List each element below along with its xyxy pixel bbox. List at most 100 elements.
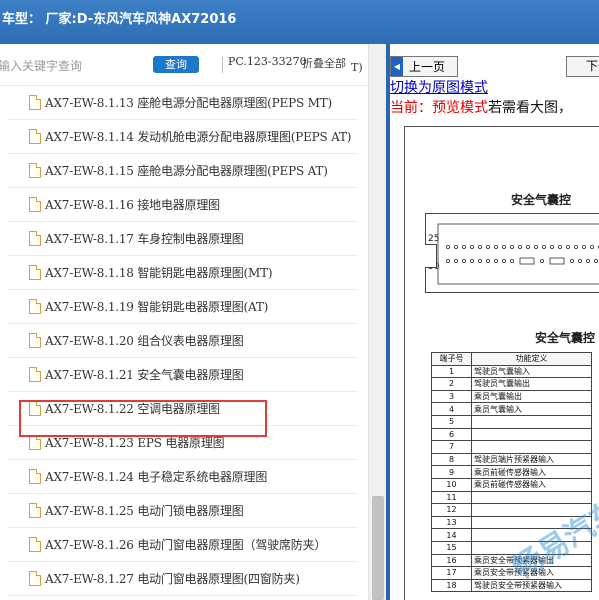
- table-row: 2 驾驶员气囊输出: [431, 377, 592, 391]
- table-header-function: 功能定义: [471, 352, 592, 366]
- tree-item[interactable]: AX7-EW-8.1.15 座舱电源分配电器原理图(PEPS AT): [8, 154, 358, 188]
- table-header-pin: 端子号: [431, 352, 472, 366]
- catalog-pane: 查询 PC.123-33270 折叠全部 T) AX7-EW-8.1.13 座舱…: [0, 44, 386, 600]
- pin-number-cell: 11: [431, 490, 472, 505]
- pin-number-cell: 13: [431, 515, 472, 530]
- tree-item[interactable]: AX7-EW-8.1.27 电动门窗电器原理图(四窗防夹): [8, 562, 358, 596]
- table-row: 1 驾驶员气囊输入: [431, 364, 592, 379]
- table-row: 4 乘员气囊输入: [431, 402, 592, 416]
- pin-function-cell: [471, 490, 592, 505]
- switch-original-mode-link[interactable]: 切换为原图模式: [390, 80, 488, 96]
- tree-item-label: AX7-EW-8.1.23 EPS 电器原理图: [45, 436, 225, 450]
- arrow-left-icon: ◀: [391, 57, 403, 76]
- tree-item[interactable]: AX7-EW-8.1.18 智能钥匙电器原理图(MT): [8, 256, 358, 290]
- pin-function-cell: 乘员前碰传感器输入: [471, 477, 592, 492]
- pin-number-cell: 14: [431, 528, 472, 542]
- tree-item-label: AX7-EW-8.1.19 智能钥匙电器原理图(AT): [45, 300, 269, 314]
- tree-item-label: AX7-EW-8.1.22 空调电器原理图: [45, 402, 220, 416]
- tree-item[interactable]: AX7-EW-8.1.16 接地电器原理图: [8, 188, 358, 222]
- pin-number-cell: 10: [431, 477, 472, 492]
- document-icon: [29, 299, 41, 314]
- document-icon: [29, 95, 41, 110]
- document-icon: [29, 265, 41, 280]
- document-icon: [29, 333, 41, 348]
- search-button[interactable]: 查询: [153, 56, 199, 73]
- tree-item[interactable]: AX7-EW-8.1.19 智能钥匙电器原理图(AT): [8, 290, 358, 324]
- pin-number-cell: 5: [431, 414, 472, 429]
- pin-function-cell: 乘员气囊输出: [471, 389, 592, 404]
- tree-item-label: AX7-EW-8.1.13 座舱电源分配电器原理图(PEPS MT): [45, 96, 332, 110]
- connector-drawing: 25 50: [425, 213, 599, 293]
- document-icon: [29, 469, 41, 484]
- document-icon: [29, 367, 41, 382]
- next-page-button[interactable]: 下一: [566, 56, 599, 77]
- collapse-all-link[interactable]: 折叠全部: [302, 55, 346, 71]
- tree-item-label: AX7-EW-8.1.27 电动门窗电器原理图(四窗防夹): [45, 572, 300, 586]
- tree-item-label: AX7-EW-8.1.15 座舱电源分配电器原理图(PEPS AT): [45, 164, 328, 178]
- tree-item-label: AX7-EW-8.1.21 安全气囊电器原理图: [45, 368, 244, 382]
- connector-pins-graphic: [437, 223, 599, 285]
- table-row: 16 乘员安全带预紧器输出: [431, 553, 592, 568]
- tree-item-selected[interactable]: AX7-EW-8.1.21 安全气囊电器原理图: [8, 358, 358, 392]
- document-icon: [29, 537, 41, 552]
- tree-item-label: AX7-EW-8.1.17 车身控制电器原理图: [45, 232, 244, 246]
- table-row: 17 乘员安全带预紧器输入: [431, 566, 592, 580]
- table-row: 3 乘员气囊输出: [431, 389, 592, 404]
- search-separator: [222, 57, 223, 73]
- pin-number-cell: 3: [431, 389, 472, 404]
- tree-item[interactable]: AX7-EW-8.1.23 EPS 电器原理图: [8, 426, 358, 460]
- pin-function-cell: 驾驶员安全带预紧器输入: [471, 578, 592, 593]
- pin-number-cell: 17: [431, 566, 472, 580]
- diagram-viewer: ◀ 上一页 下一 切换为原图模式 当前：预览模式若需看大图， 安全气囊控 25 5…: [390, 44, 599, 600]
- pin-definition-table: 端子号 功能定义 1 驾驶员气囊输入 2 驾驶员气囊输出 3 乘员气囊输出 4 乘员气囊…: [431, 352, 592, 593]
- window-title-bar: 车型： 厂家:D-东风汽车风神AX72016: [0, 0, 599, 44]
- pin-function-cell: 驾驶员端片预紧器输入: [471, 452, 592, 467]
- part-code-label: PC.123-33270: [228, 55, 307, 68]
- document-icon: [29, 571, 41, 586]
- tree-item-label: AX7-EW-8.1.24 电子稳定系统电器原理图: [45, 470, 268, 484]
- document-icon: [29, 197, 41, 212]
- scroll-thumb[interactable]: [372, 496, 384, 600]
- pin-function-cell: 乘员前碰传感器输入: [471, 465, 592, 479]
- vehicle-title: 车型： 厂家:D-东风汽车风神AX72016: [2, 12, 237, 27]
- tree-item[interactable]: AX7-EW-8.1.26 电动门窗电器原理图（驾驶席防夹）: [8, 528, 358, 562]
- document-icon: [29, 163, 41, 178]
- table-row: 6: [431, 427, 592, 442]
- tree-item[interactable]: AX7-EW-8.1.13 座舱电源分配电器原理图(PEPS MT): [8, 86, 358, 120]
- pin-number-cell: 18: [431, 578, 472, 593]
- prev-page-button[interactable]: ◀ 上一页: [390, 56, 458, 77]
- catalog-scrollbar[interactable]: [368, 44, 386, 600]
- pin-function-cell: 驾驶员气囊输出: [471, 377, 592, 391]
- pin-number-cell: 12: [431, 503, 472, 517]
- table-header-row: 端子号 功能定义: [431, 352, 592, 366]
- tree-item[interactable]: AX7-EW-8.1.22 空调电器原理图: [8, 392, 358, 426]
- tree-item-label: AX7-EW-8.1.14 发动机舱电源分配电器原理图(PEPS AT): [45, 130, 352, 144]
- table-row: 10 乘员前碰传感器输入: [431, 477, 592, 492]
- document-icon: [29, 503, 41, 518]
- tree-item[interactable]: AX7-EW-8.1.14 发动机舱电源分配电器原理图(PEPS AT): [8, 120, 358, 154]
- mode-status-current: 当前：预览模式: [390, 100, 488, 116]
- tree-item[interactable]: AX7-EW-8.1.25 电动门锁电器原理图: [8, 494, 358, 528]
- pin-number-cell: 16: [431, 553, 472, 568]
- search-input[interactable]: [0, 56, 148, 76]
- pin-number-cell: 9: [431, 465, 472, 479]
- tree-item-label: AX7-EW-8.1.26 电动门窗电器原理图（驾驶席防夹）: [45, 538, 327, 552]
- table-row: 7: [431, 440, 592, 454]
- mode-status: 当前：预览模式若需看大图，: [390, 100, 572, 116]
- pin-function-cell: [471, 503, 592, 517]
- tree-item[interactable]: AX7-EW-8.1.17 车身控制电器原理图: [8, 222, 358, 256]
- pin-number-cell: 15: [431, 540, 472, 555]
- table-row: 18 驾驶员安全带预紧器输入: [431, 578, 592, 593]
- tree-item-label: AX7-EW-8.1.25 电动门锁电器原理图: [45, 504, 244, 518]
- pin-function-cell: [471, 427, 592, 442]
- document-icon: [29, 435, 41, 450]
- tree-item-label: AX7-EW-8.1.16 接地电器原理图: [45, 198, 220, 212]
- collapse-tail-text: T): [351, 61, 363, 74]
- document-icon: [29, 231, 41, 246]
- viewer-nav-bar: ◀ 上一页 下一: [390, 56, 599, 78]
- document-icon: [29, 129, 41, 144]
- next-page-label: 下一: [585, 59, 599, 73]
- prev-page-label: 上一页: [409, 60, 446, 74]
- tree-item[interactable]: AX7-EW-8.1.24 电子稳定系统电器原理图: [8, 460, 358, 494]
- tree-item[interactable]: AX7-EW-8.1.20 组合仪表电器原理图: [8, 324, 358, 358]
